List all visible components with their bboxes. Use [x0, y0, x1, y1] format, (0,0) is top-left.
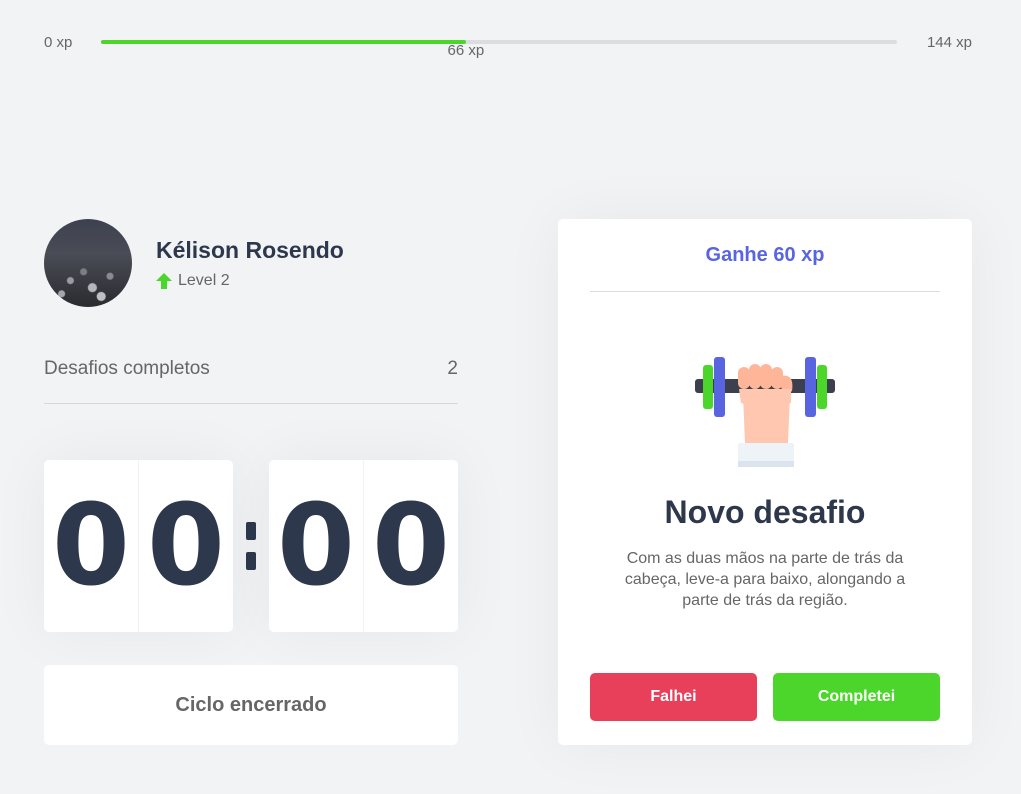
- minute-digit-ones: 0: [138, 460, 233, 632]
- level-up-arrow-icon: [156, 272, 172, 289]
- challenge-reward: Ganhe 60 xp: [590, 219, 940, 292]
- profile-level: Level 2: [156, 272, 344, 290]
- challenge-title: Novo desafio: [664, 494, 866, 530]
- avatar: [44, 219, 132, 307]
- completed-challenges: Desafios completos 2: [44, 358, 458, 404]
- profile-name: Kélison Rosendo: [156, 236, 344, 263]
- countdown-minutes: 0 0: [44, 460, 233, 632]
- experience-bar: 0 xp 66 xp 144 xp: [44, 30, 972, 70]
- challenge-description: Com as duas mãos na parte de trás da cab…: [624, 550, 906, 609]
- xp-min-label: 0 xp: [44, 34, 73, 51]
- xp-track: [101, 40, 897, 44]
- separator-dot-bottom: [246, 552, 256, 570]
- profile-info: Kélison Rosendo Level 2: [156, 237, 344, 290]
- challenge-card: Ganhe 60 xp Novo desafio Com as duas mão…: [558, 219, 972, 745]
- countdown-separator: [233, 516, 269, 576]
- profile: Kélison Rosendo Level 2: [44, 219, 344, 307]
- xp-current-label: 66 xp: [447, 42, 485, 59]
- failed-button[interactable]: Falhei: [590, 673, 757, 721]
- completed-challenges-count: 2: [447, 358, 458, 379]
- dumbbell-icon: [695, 357, 835, 467]
- completed-challenges-label: Desafios completos: [44, 358, 210, 379]
- countdown-seconds: 0 0: [269, 460, 458, 632]
- xp-fill: [101, 40, 466, 44]
- second-digit-ones: 0: [363, 460, 458, 632]
- separator-dot-top: [246, 522, 256, 540]
- xp-max-label: 144 xp: [926, 34, 972, 51]
- second-digit-tens: 0: [277, 481, 355, 611]
- countdown: 0 0 0 0: [44, 460, 458, 632]
- minute-digit-tens: 0: [52, 481, 130, 611]
- completed-button[interactable]: Completei: [773, 673, 940, 721]
- cycle-finished-button[interactable]: Ciclo encerrado: [44, 665, 458, 745]
- level-label: Level 2: [178, 271, 230, 289]
